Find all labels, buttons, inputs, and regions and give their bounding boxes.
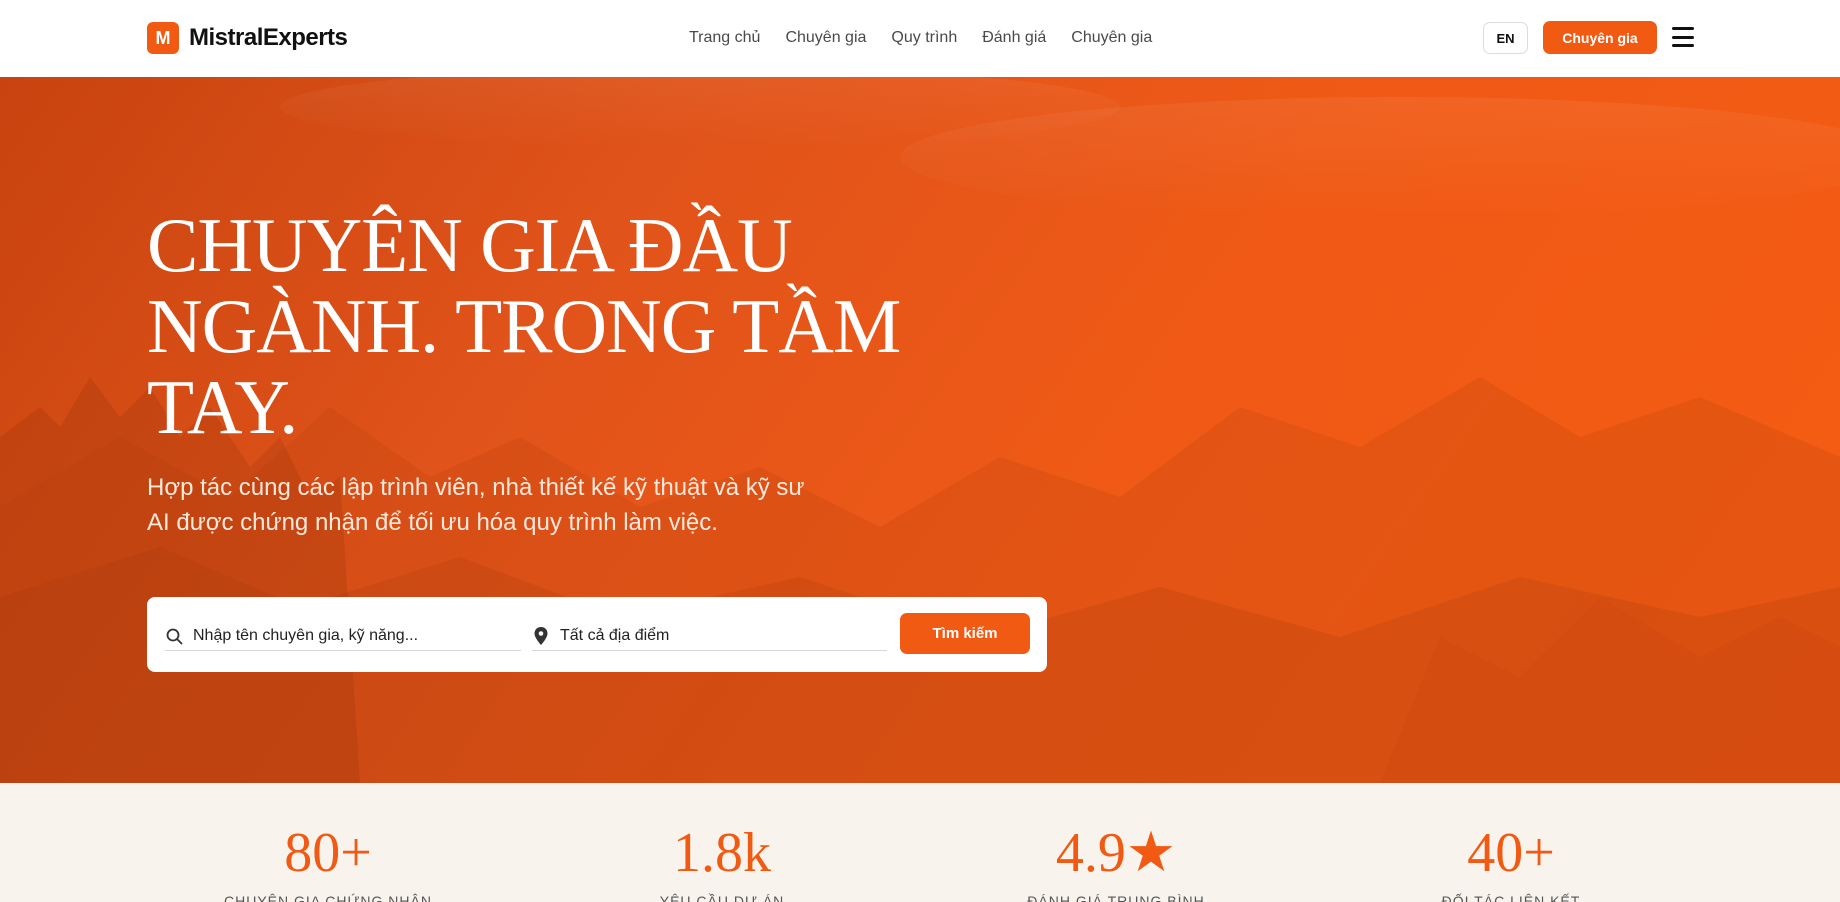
- hero-section: CHUYÊN GIA ĐẦU NGÀNH. TRONG TẦM TAY. Hợp…: [0, 77, 1840, 783]
- location-input[interactable]: [560, 627, 860, 645]
- stat-label: Chuyên gia chứng nhận: [224, 893, 432, 902]
- nav-item-process[interactable]: Quy trình: [891, 29, 957, 47]
- nav-item-reviews[interactable]: Đánh giá: [982, 29, 1046, 47]
- stat-label: Yêu cầu dự án: [659, 893, 785, 902]
- language-toggle-button[interactable]: EN: [1483, 22, 1528, 54]
- location-field: [532, 622, 887, 651]
- stat-label: Đánh giá trung bình: [1027, 893, 1205, 902]
- search-button[interactable]: Tìm kiếm: [900, 613, 1030, 654]
- nav-item-home[interactable]: Trang chủ: [689, 29, 760, 47]
- stats-section: 80+ Chuyên gia chứng nhận 1.8k Yêu cầu d…: [0, 783, 1840, 902]
- nav-item-experts-2[interactable]: Chuyên gia: [1071, 29, 1152, 47]
- stat-label: Đối tác liên kết: [1441, 893, 1581, 902]
- stat-value: 1.8k: [673, 822, 771, 884]
- stat-item-rating: 4.9★ Đánh giá trung bình: [966, 825, 1266, 902]
- logo-mark-icon: M: [147, 22, 179, 54]
- stat-value: 80+: [284, 822, 372, 884]
- keyword-search-input[interactable]: [193, 627, 493, 645]
- location-pin-icon: [532, 627, 550, 645]
- stat-value: 4.9★: [1055, 822, 1177, 884]
- main-nav: Trang chủ Chuyên gia Quy trình Đánh giá …: [689, 29, 1152, 47]
- stat-value: 40+: [1467, 822, 1555, 884]
- hero-subtitle: Hợp tác cùng các lập trình viên, nhà thi…: [147, 474, 805, 536]
- brand-logo[interactable]: M MistralExperts: [147, 22, 348, 54]
- stat-item-experts: 80+ Chuyên gia chứng nhận: [178, 825, 478, 902]
- stat-item-partners: 40+ Đối tác liên kết: [1361, 825, 1661, 902]
- search-icon: [165, 627, 183, 645]
- site-header: M MistralExperts Trang chủ Chuyên gia Qu…: [0, 0, 1840, 77]
- nav-item-experts[interactable]: Chuyên gia: [785, 29, 866, 47]
- stat-item-requests: 1.8k Yêu cầu dự án: [572, 825, 872, 902]
- brand-name: MistralExperts: [189, 24, 348, 51]
- hero-title: CHUYÊN GIA ĐẦU NGÀNH. TRONG TẦM TAY.: [147, 202, 901, 450]
- search-bar: Tìm kiếm: [147, 597, 1047, 672]
- hamburger-menu-icon[interactable]: [1672, 27, 1694, 47]
- experts-cta-button[interactable]: Chuyên gia: [1543, 21, 1657, 54]
- keyword-search-field: [165, 622, 521, 651]
